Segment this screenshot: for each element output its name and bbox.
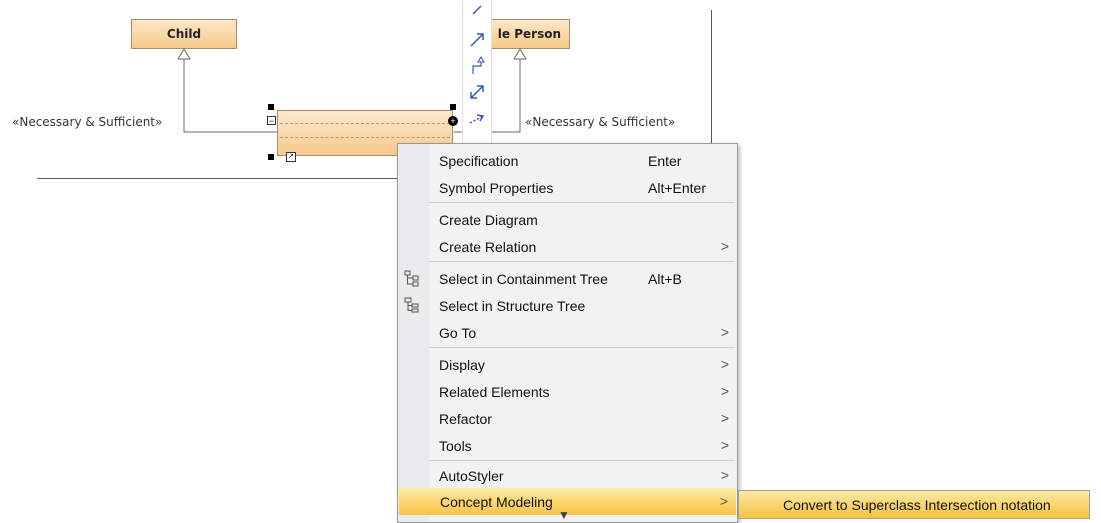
context-menu: Specification Enter Symbol Properties Al… [397, 143, 738, 523]
menu-item-label: Tools [439, 438, 472, 454]
menu-item-label: Display [439, 357, 485, 373]
menu-separator [429, 460, 735, 461]
menu-item-label: Related Elements [439, 384, 550, 400]
menu-item-specification[interactable]: Specification Enter [398, 147, 737, 174]
menu-item-create-diagram[interactable]: Create Diagram [398, 206, 737, 233]
menu-item-symbol-properties[interactable]: Symbol Properties Alt+Enter [398, 174, 737, 201]
menu-item-refactor[interactable]: Refactor > [398, 405, 737, 432]
stereotype-label-right: «Necessary & Sufficient» [525, 115, 676, 129]
resize-handle-top-left[interactable] [268, 104, 274, 110]
structure-tree-icon [404, 297, 419, 313]
menu-item-shortcut: Alt+B [648, 271, 682, 287]
menu-item-label: Create Relation [439, 239, 537, 255]
line-icon[interactable] [467, 2, 487, 22]
expand-handle-icon[interactable]: + [448, 116, 458, 126]
menu-item-select-in-containment-tree[interactable]: Select in Containment Tree Alt+B [398, 265, 737, 292]
menu-item-label: Select in Containment Tree [439, 271, 608, 287]
menu-item-label: Refactor [439, 411, 492, 427]
menu-item-label: Create Diagram [439, 212, 538, 228]
concept-modeling-submenu: Convert to Superclass Intersection notat… [738, 490, 1090, 519]
generalization-left-line [183, 58, 277, 133]
menu-item-shortcut: Alt+Enter [648, 180, 706, 196]
generalization-right-arrowhead [513, 48, 527, 60]
chevron-right-icon: > [720, 467, 729, 483]
menu-item-select-in-structure-tree[interactable]: Select in Structure Tree [398, 292, 737, 319]
menu-item-shortcut: Enter [648, 153, 682, 169]
menu-item-go-to[interactable]: Go To > [398, 319, 737, 346]
stereotype-label-left: «Necessary & Sufficient» [12, 115, 163, 129]
collapse-compartment-icon[interactable]: − [267, 116, 276, 126]
menu-item-autostyler[interactable]: AutoStyler > [398, 462, 737, 489]
realization-icon[interactable] [467, 110, 487, 130]
chevron-right-icon: > [720, 437, 729, 453]
menu-item-tools[interactable]: Tools > [398, 432, 737, 459]
menu-item-create-relation[interactable]: Create Relation > [398, 233, 737, 260]
resize-handle-bottom-left[interactable] [268, 154, 274, 160]
directed-association-icon[interactable] [467, 30, 487, 50]
shortcut-marker-icon[interactable]: ↗ [286, 152, 296, 162]
resize-handle-top-right[interactable] [450, 104, 456, 110]
dependency-icon[interactable] [467, 82, 487, 102]
chevron-right-icon: > [720, 238, 729, 254]
menu-item-label: Symbol Properties [439, 180, 554, 196]
compartment-divider-bottom [280, 137, 450, 138]
menu-separator [429, 261, 735, 262]
menu-separator [429, 347, 735, 348]
menu-item-label: AutoStyler [439, 468, 504, 484]
menu-item-label: Specification [439, 153, 519, 169]
menu-item-label: Concept Modeling [440, 494, 553, 510]
chevron-right-icon: > [719, 493, 728, 509]
chevron-right-icon: > [720, 383, 729, 399]
menu-item-label: Select in Structure Tree [439, 298, 586, 314]
containment-tree-icon [404, 270, 419, 287]
chevron-right-icon: > [720, 410, 729, 426]
menu-item-convert-to-superclass-intersection[interactable]: Convert to Superclass Intersection notat… [739, 491, 1089, 518]
menu-item-display[interactable]: Display > [398, 351, 737, 378]
menu-separator [429, 202, 735, 203]
chevron-right-icon: > [720, 356, 729, 372]
menu-item-label: Go To [439, 325, 477, 341]
smart-manipulator-toolbar [462, 0, 492, 150]
generalization-left-arrowhead [177, 48, 191, 60]
chevron-right-icon: > [720, 324, 729, 340]
scroll-down-arrow-icon[interactable]: ▼ [558, 508, 570, 522]
generalization-icon[interactable] [467, 56, 487, 76]
compartment-divider-top [280, 123, 450, 124]
menu-item-label: Convert to Superclass Intersection notat… [783, 497, 1051, 513]
menu-item-related-elements[interactable]: Related Elements > [398, 378, 737, 405]
